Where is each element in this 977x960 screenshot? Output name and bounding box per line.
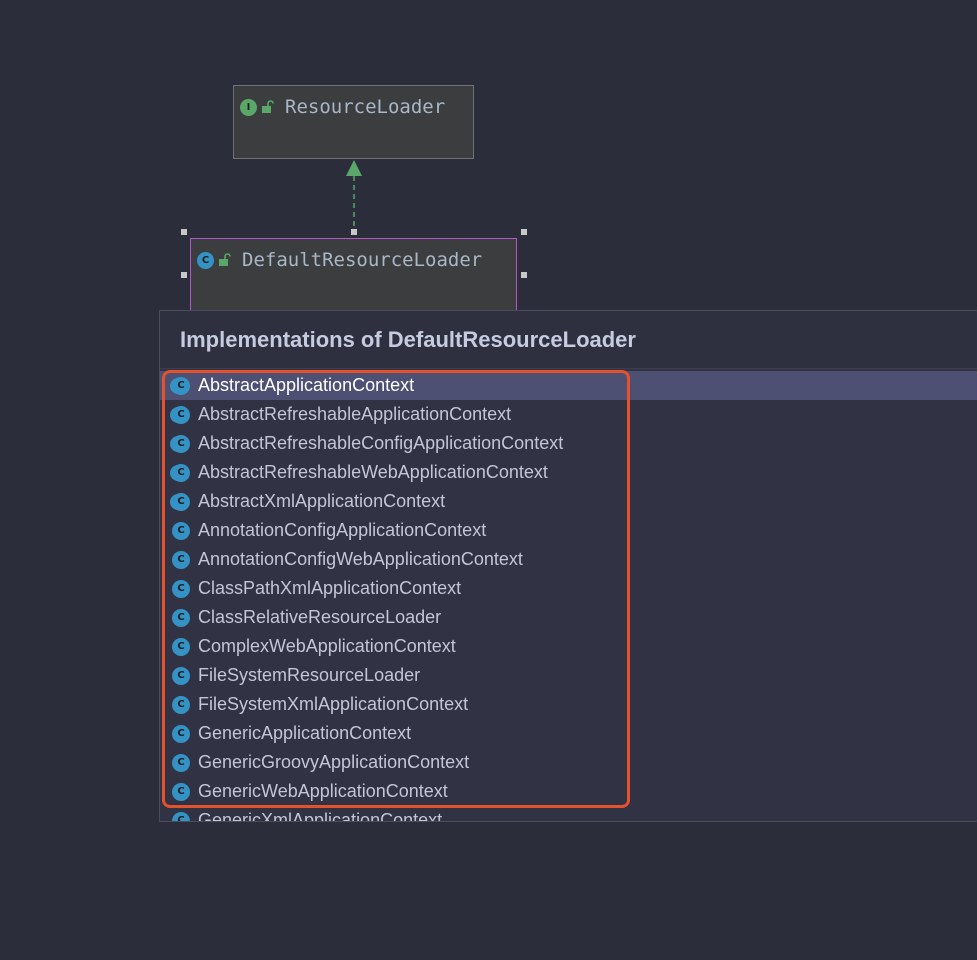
list-item[interactable]: C AnnotationConfigWebApplicationContext	[160, 545, 977, 574]
list-item-label: ComplexWebApplicationContext	[198, 636, 456, 657]
list-item-label: FileSystemXmlApplicationContext	[198, 694, 468, 715]
list-item[interactable]: C ClassRelativeResourceLoader	[160, 603, 977, 632]
node-header: I ResourceLoader	[234, 86, 473, 128]
uml-node-defaultresourceloader[interactable]: C DefaultResourceLoader	[190, 238, 517, 316]
class-icon: C	[172, 696, 190, 714]
list-item-label: AbstractRefreshableApplicationContext	[198, 404, 511, 425]
list-item[interactable]: C AbstractApplicationContext	[160, 371, 977, 400]
class-icon: C	[172, 667, 190, 685]
list-item[interactable]: C AbstractXmlApplicationContext	[160, 487, 977, 516]
list-item[interactable]: C ClassPathXmlApplicationContext	[160, 574, 977, 603]
popup-title-bar: Implementations of DefaultResourceLoader	[160, 311, 977, 369]
selection-handle[interactable]	[351, 229, 357, 235]
class-icon: C	[172, 638, 190, 656]
list-item[interactable]: C GenericWebApplicationContext	[160, 777, 977, 806]
popup-title: Implementations of DefaultResourceLoader	[180, 327, 636, 353]
list-item[interactable]: C GenericXmlApplicationContext	[160, 806, 977, 822]
list-item-label: GenericGroovyApplicationContext	[198, 752, 469, 773]
list-item-label: AnnotationConfigWebApplicationContext	[198, 549, 523, 570]
list-item-label: AbstractXmlApplicationContext	[198, 491, 445, 512]
uml-node-resourceloader[interactable]: I ResourceLoader	[233, 85, 474, 159]
abstract-class-icon: C	[172, 377, 190, 395]
class-icon: C	[172, 812, 190, 823]
implementations-popup: Implementations of DefaultResourceLoader…	[159, 310, 977, 822]
node-header: C DefaultResourceLoader	[191, 239, 516, 281]
class-icon: C	[172, 725, 190, 743]
selection-handle[interactable]	[521, 229, 527, 235]
list-item[interactable]: C ComplexWebApplicationContext	[160, 632, 977, 661]
list-item[interactable]: C AnnotationConfigApplicationContext	[160, 516, 977, 545]
abstract-class-icon: C	[172, 435, 190, 453]
list-item[interactable]: C AbstractRefreshableConfigApplicationCon…	[160, 429, 977, 458]
list-item[interactable]: C FileSystemResourceLoader	[160, 661, 977, 690]
class-icon: C	[172, 551, 190, 569]
class-icon: C	[197, 252, 214, 269]
list-item-label: FileSystemResourceLoader	[198, 665, 420, 686]
abstract-class-icon: C	[172, 464, 190, 482]
abstract-class-icon: C	[172, 406, 190, 424]
node-title: DefaultResourceLoader	[242, 249, 482, 271]
interface-icon: I	[240, 99, 257, 116]
class-icon: C	[172, 783, 190, 801]
unlocked-icon	[218, 253, 232, 267]
list-item-label: GenericWebApplicationContext	[198, 781, 448, 802]
list-item-label: ClassPathXmlApplicationContext	[198, 578, 461, 599]
node-title: ResourceLoader	[285, 96, 445, 118]
list-item-label: GenericApplicationContext	[198, 723, 411, 744]
class-icon: C	[172, 522, 190, 540]
list-item-label: AbstractApplicationContext	[198, 375, 414, 396]
list-item[interactable]: C AbstractRefreshableWebApplicationContex…	[160, 458, 977, 487]
list-item[interactable]: C FileSystemXmlApplicationContext	[160, 690, 977, 719]
selection-handle[interactable]	[181, 272, 187, 278]
selection-handle[interactable]	[521, 272, 527, 278]
unlocked-icon	[261, 100, 275, 114]
list-item-label: AbstractRefreshableConfigApplicationCont…	[198, 433, 563, 454]
list-item-label: AbstractRefreshableWebApplicationContext	[198, 462, 548, 483]
implementations-list: C AbstractApplicationContext C AbstractRefr…	[160, 371, 977, 822]
list-item-label: GenericXmlApplicationContext	[198, 810, 442, 822]
class-icon: C	[172, 580, 190, 598]
list-item-label: AnnotationConfigApplicationContext	[198, 520, 486, 541]
list-item-label: ClassRelativeResourceLoader	[198, 607, 441, 628]
abstract-class-icon: C	[172, 493, 190, 511]
list-item[interactable]: C GenericGroovyApplicationContext	[160, 748, 977, 777]
implements-arrow	[342, 158, 366, 240]
list-item[interactable]: C GenericApplicationContext	[160, 719, 977, 748]
list-item[interactable]: C AbstractRefreshableApplicationContext	[160, 400, 977, 429]
selection-handle[interactable]	[181, 229, 187, 235]
class-icon: C	[172, 754, 190, 772]
class-icon: C	[172, 609, 190, 627]
